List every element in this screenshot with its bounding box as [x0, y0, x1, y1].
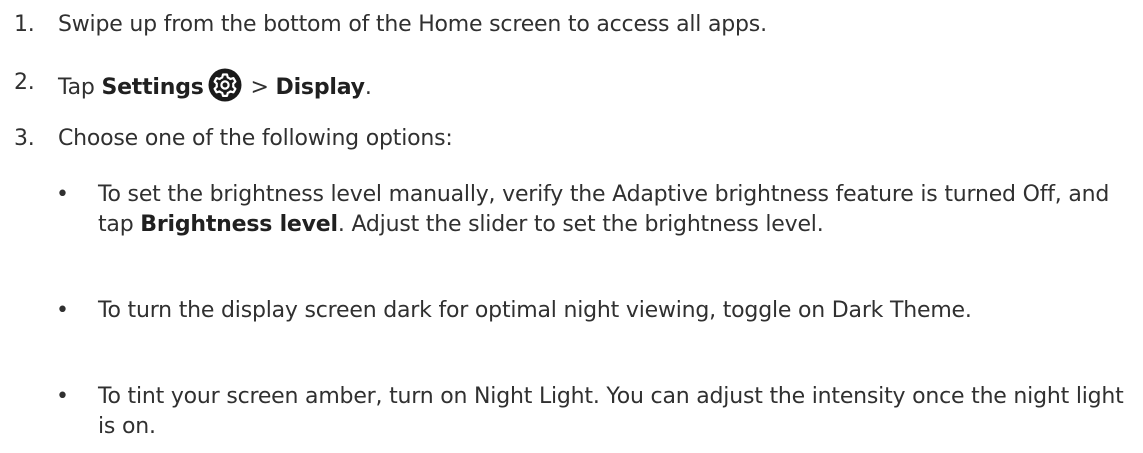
step-prefix: Tap: [58, 75, 102, 100]
option-text: To tint your screen amber, turn on Night…: [98, 384, 1124, 439]
bullet-marker: •: [56, 298, 69, 323]
step-3: 3. Choose one of the following options:: [14, 124, 1123, 154]
step-number: 3.: [14, 126, 35, 151]
step-2: 2. Tap Settings > Display.: [14, 68, 1123, 104]
step-text: Tap Settings > Display.: [58, 68, 1123, 103]
path-separator: >: [243, 75, 276, 100]
instructions-document: 1. Swipe up from the bottom of the Home …: [0, 0, 1143, 453]
display-label: Display: [275, 75, 365, 100]
step-text: Swipe up from the bottom of the Home scr…: [58, 12, 767, 37]
step-1: 1. Swipe up from the bottom of the Home …: [14, 10, 1123, 40]
option-text: To turn the display screen dark for opti…: [98, 298, 972, 323]
option-item: • To turn the display screen dark for op…: [56, 296, 1126, 356]
option-item: • To set the brightness level manually, …: [56, 180, 1126, 270]
option-text-after: . Adjust the slider to set the brightnes…: [337, 212, 824, 237]
bullet-marker: •: [56, 182, 69, 207]
settings-gear-icon: [208, 68, 242, 102]
settings-label: Settings: [101, 75, 204, 100]
step-suffix: .: [364, 75, 372, 100]
step-number: 2.: [14, 70, 35, 95]
bullet-marker: •: [56, 384, 69, 409]
option-text: To set the brightness level manually, ve…: [98, 180, 1128, 240]
step-number: 1.: [14, 12, 35, 37]
option-item: • To tint your screen amber, turn on Nig…: [56, 382, 1126, 442]
step-text: Choose one of the following options:: [58, 126, 453, 151]
brightness-level-label: Brightness level: [140, 212, 338, 237]
